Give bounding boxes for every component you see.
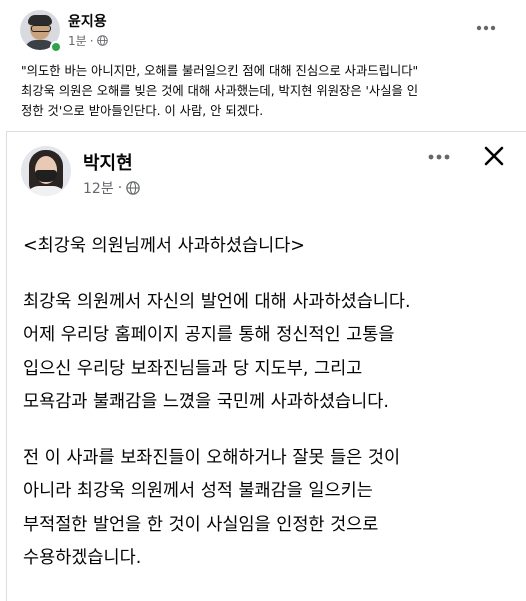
body-paragraph: 최강욱 의원께서 자신의 발언에 대해 사과하셨습니다. 어제 우리당 홈페이지… [23, 286, 519, 420]
body-line: 입으신 우리당 보좌진님들과 당 지도부, 그리고 [23, 358, 363, 379]
body-line: 수용하겠습니다. [23, 548, 142, 568]
meta-separator: · [117, 180, 123, 196]
shared-post-body: <최강욱 의원님께서 사과하셨습니다> 최강욱 의원께서 자신의 발언에 대해 … [23, 230, 519, 576]
body-line: 아니라 최강욱 의원께서 성적 불쾌감을 일으키는 [23, 481, 373, 501]
post-text-line: 정한 것'으로 받아들인단다. 이 사람, 안 되겠다. [21, 104, 264, 118]
body-line: 전 이 사과를 보좌진들이 오해하거나 잘못 들은 것이 [23, 447, 401, 468]
avatar-mask [35, 170, 57, 182]
shared-author-name[interactable]: 박지현 [83, 149, 133, 175]
globe-icon [126, 181, 140, 195]
shared-post-meta: 12분 · [83, 178, 140, 198]
post-author-name[interactable]: 윤지용 [68, 11, 107, 31]
post-text-line: "의도한 바는 아니지만, 오해를 불러일으킨 점에 대해 진심으로 사과드립니… [21, 64, 419, 78]
avatar-hair [28, 15, 52, 25]
body-line: 부적절한 발언을 한 것이 사실임을 인정한 것으로 [23, 514, 379, 535]
shared-post: 박지현 12분 · <최강욱 의원님께서 사과하셨습니다> 최강욱 의원께서 자… [6, 131, 526, 601]
body-paragraph: 전 이 사과를 보좌진들이 오해하거나 잘못 들은 것이 아니라 최강욱 의원께… [23, 442, 519, 576]
post-text: "의도한 바는 아니지만, 오해를 불러일으킨 점에 대해 진심으로 사과드립니… [21, 61, 513, 121]
meta-separator: · [89, 33, 94, 48]
post-meta: 1분 · [68, 32, 108, 49]
body-heading: <최강욱 의원님께서 사과하셨습니다> [23, 236, 305, 256]
shared-author-avatar[interactable] [21, 146, 71, 196]
more-horizontal-icon [428, 154, 450, 160]
avatar-glasses [31, 25, 51, 32]
shared-post-timestamp[interactable]: 12분 [83, 178, 114, 198]
more-horizontal-icon [476, 25, 496, 31]
body-line: 최강욱 의원께서 자신의 발언에 대해 사과하셨습니다. [23, 291, 411, 312]
body-line: 모욕감과 불쾌감을 느꼈을 국민께 사과하셨습니다. [23, 392, 389, 412]
close-icon [484, 146, 504, 166]
globe-icon [96, 35, 108, 46]
shared-more-options-button[interactable] [421, 142, 457, 172]
body-line: 어제 우리당 홈페이지 공지를 통해 정신적인 고통을 [23, 325, 395, 345]
post-text-line: 최강욱 의원은 오해를 빚은 것에 대해 사과했는데, 박지현 위원장은 '사실… [21, 84, 419, 98]
close-button[interactable] [477, 140, 511, 172]
more-options-button[interactable] [468, 14, 504, 42]
online-status-dot [50, 41, 62, 53]
avatar-jacket [25, 186, 67, 196]
post-timestamp[interactable]: 1분 [68, 32, 87, 49]
outer-post: 윤지용 1분 · "의도한 바는 아니지만, 오해를 불러일으킨 점에 대해 진… [0, 0, 526, 131]
